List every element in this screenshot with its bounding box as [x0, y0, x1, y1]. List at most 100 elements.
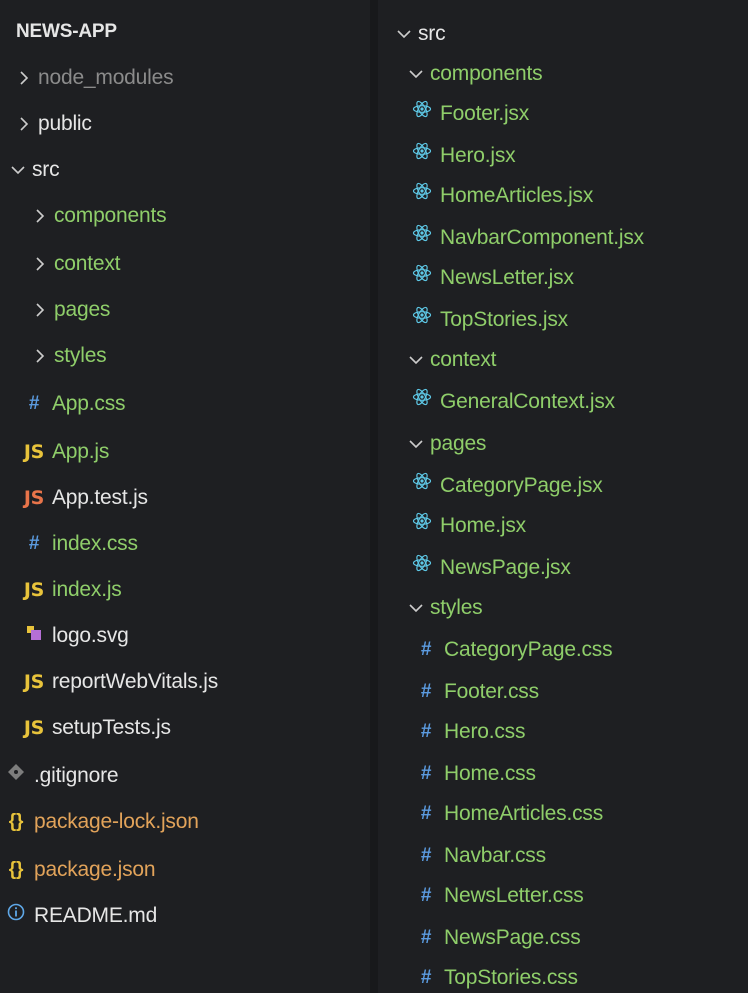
tree-item-top-stories-jsx[interactable]: TopStories.jsx — [410, 304, 568, 336]
chevron-down-icon — [8, 154, 28, 186]
chevron-down-icon — [406, 58, 426, 90]
tree-item-label: Hero.css — [444, 720, 526, 743]
tree-item-pages[interactable]: pages — [30, 294, 110, 326]
chevron-right-icon — [30, 340, 50, 372]
tree-item-label: reportWebVitals.js — [52, 670, 219, 693]
chevron-right-icon — [30, 200, 50, 232]
js-icon: JS — [23, 579, 45, 601]
react-icon — [410, 304, 434, 336]
tree-item-home-articles-css[interactable]: # HomeArticles.css — [414, 798, 603, 830]
chevron-right-icon — [14, 62, 34, 94]
tree-item-label: CategoryPage.jsx — [440, 474, 603, 497]
tree-item-styles[interactable]: styles — [30, 340, 107, 372]
tree-item-src[interactable]: src — [394, 18, 446, 50]
tree-item-index-js[interactable]: JS index.js — [22, 574, 122, 606]
css-hash-icon: # — [420, 681, 432, 702]
tree-item-package-json[interactable]: {} package.json — [4, 854, 156, 886]
tree-item-app-css[interactable]: # App.css — [22, 388, 126, 420]
tree-item-newsletter-jsx[interactable]: NewsLetter.jsx — [410, 262, 574, 294]
tree-item-home-jsx[interactable]: Home.jsx — [410, 510, 526, 542]
tree-item-label: package.json — [34, 858, 156, 881]
tree-item-top-stories-css[interactable]: # TopStories.css — [414, 962, 578, 993]
chevron-down-icon — [406, 344, 426, 376]
tree-item-label: pages — [430, 432, 487, 455]
css-hash-icon: # — [28, 533, 40, 554]
tree-item-home-css[interactable]: # Home.css — [414, 758, 536, 790]
tree-item-app-test-js[interactable]: JS App.test.js — [22, 482, 148, 514]
tree-item-label: NewsLetter.css — [444, 884, 584, 907]
tree-item-pages[interactable]: pages — [406, 428, 486, 460]
tree-item-label: NewsPage.jsx — [440, 556, 571, 579]
js-icon: JS — [23, 671, 45, 693]
tree-item-label: Footer.css — [444, 680, 539, 703]
css-hash-icon: # — [420, 885, 432, 906]
tree-item-index-css[interactable]: # index.css — [22, 528, 138, 560]
tree-item-package-lock-json[interactable]: {} package-lock.json — [4, 806, 199, 838]
svg-icon — [22, 620, 46, 652]
chevron-down-icon — [406, 592, 426, 624]
tree-item-logo-svg[interactable]: logo.svg — [22, 620, 129, 652]
git-icon — [4, 760, 28, 792]
css-hash-icon: # — [420, 927, 432, 948]
tree-item-news-page-jsx[interactable]: NewsPage.jsx — [410, 552, 571, 584]
tree-item-label: src — [32, 158, 60, 181]
css-hash-icon: # — [420, 763, 432, 784]
react-icon — [410, 386, 434, 418]
chevron-right-icon — [30, 248, 50, 280]
js-icon: JS — [23, 441, 45, 463]
tree-item-home-articles-jsx[interactable]: HomeArticles.jsx — [410, 180, 593, 212]
tree-item-context[interactable]: context — [406, 344, 497, 376]
tree-item-label: HomeArticles.css — [444, 802, 603, 825]
tree-item-node-modules[interactable]: node_modules — [14, 62, 174, 94]
tree-item-readme[interactable]: README.md — [4, 900, 157, 932]
tree-item-news-page-css[interactable]: # NewsPage.css — [414, 922, 581, 954]
tree-item-label: App.test.js — [52, 486, 148, 509]
tree-item-label: public — [38, 112, 92, 135]
tree-item-components[interactable]: components — [30, 200, 167, 232]
tree-item-footer-css[interactable]: # Footer.css — [414, 676, 539, 708]
tree-item-setup-tests[interactable]: JS setupTests.js — [22, 712, 171, 744]
tree-item-newsletter-css[interactable]: # NewsLetter.css — [414, 880, 584, 912]
tree-item-hero-css[interactable]: # Hero.css — [414, 716, 526, 748]
tree-item-label: Hero.jsx — [440, 144, 516, 167]
tree-item-label: styles — [54, 344, 107, 367]
tree-item-label: components — [430, 62, 543, 85]
tree-item-label: context — [54, 252, 121, 275]
tree-item-label: Navbar.css — [444, 844, 546, 867]
tree-item-navbar-component-jsx[interactable]: NavbarComponent.jsx — [410, 222, 644, 254]
tree-item-label: CategoryPage.css — [444, 638, 613, 661]
tree-item-context[interactable]: context — [30, 248, 121, 280]
tree-item-category-page-css[interactable]: # CategoryPage.css — [414, 634, 613, 666]
chevron-down-icon — [394, 18, 414, 50]
tree-item-components[interactable]: components — [406, 58, 543, 90]
css-hash-icon: # — [28, 393, 40, 414]
tree-item-hero-jsx[interactable]: Hero.jsx — [410, 140, 516, 172]
react-icon — [410, 98, 434, 130]
tree-item-label: pages — [54, 298, 111, 321]
tree-item-report-web-vitals[interactable]: JS reportWebVitals.js — [22, 666, 218, 698]
tree-item-category-page-jsx[interactable]: CategoryPage.jsx — [410, 470, 603, 502]
tree-item-public[interactable]: public — [14, 108, 92, 140]
tree-item-navbar-css[interactable]: # Navbar.css — [414, 840, 546, 872]
tree-item-src[interactable]: src — [8, 154, 60, 186]
chevron-down-icon — [406, 428, 426, 460]
tree-item-label: styles — [430, 596, 483, 619]
tree-item-label: NewsLetter.jsx — [440, 266, 574, 289]
explorer-root-title[interactable]: NEWS-APP — [16, 16, 117, 48]
json-icon: {} — [8, 811, 24, 832]
tree-item-label: node_modules — [38, 66, 174, 89]
tree-item-label: Home.jsx — [440, 514, 526, 537]
chevron-right-icon — [30, 294, 50, 326]
tree-item-general-context-jsx[interactable]: GeneralContext.jsx — [410, 386, 615, 418]
tree-item-label: App.js — [52, 440, 110, 463]
tree-item-gitignore[interactable]: .gitignore — [4, 760, 119, 792]
tree-item-label: index.js — [52, 578, 122, 601]
react-icon — [410, 552, 434, 584]
tree-item-footer-jsx[interactable]: Footer.jsx — [410, 98, 529, 130]
tree-item-label: GeneralContext.jsx — [440, 390, 615, 413]
tree-item-label: NewsPage.css — [444, 926, 581, 949]
css-hash-icon: # — [420, 803, 432, 824]
tree-item-app-js[interactable]: JS App.js — [22, 436, 110, 468]
tree-item-label: src — [418, 22, 446, 45]
tree-item-styles[interactable]: styles — [406, 592, 483, 624]
